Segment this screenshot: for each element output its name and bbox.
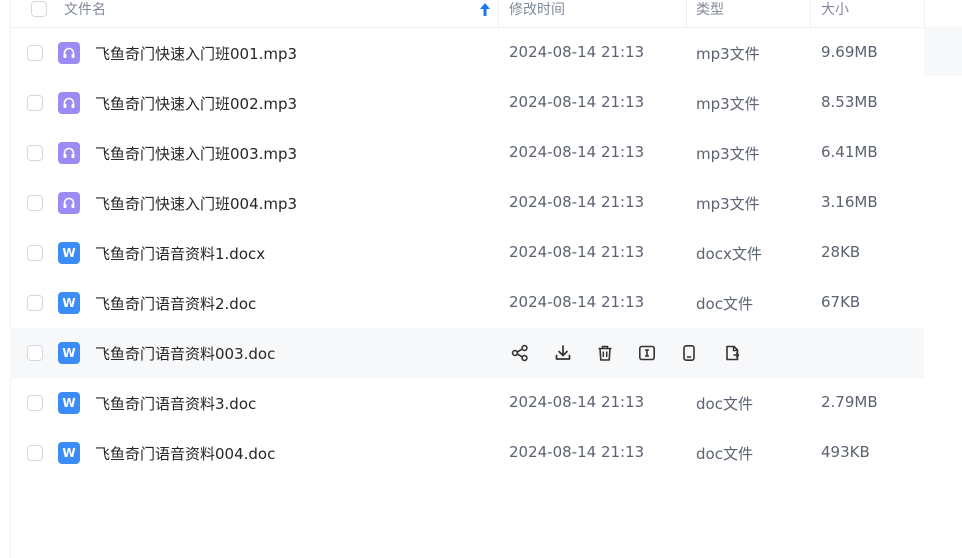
file-type: mp3文件 bbox=[696, 145, 760, 163]
file-row[interactable]: 飞鱼奇门快速入门班002.mp3 2024-08-14 21:13 mp3文件 8.5… bbox=[10, 78, 924, 128]
file-type: mp3文件 bbox=[696, 95, 760, 113]
file-size: 8.53MB bbox=[821, 93, 878, 111]
column-header-name-label: 文件名 bbox=[64, 2, 106, 18]
row-checkbox[interactable] bbox=[27, 395, 43, 411]
file-size: 3.16MB bbox=[821, 193, 878, 211]
right-panel-strip bbox=[924, 27, 962, 76]
file-name[interactable]: 飞鱼奇门语音资料003.doc bbox=[95, 343, 275, 364]
column-header-size[interactable]: 大小 bbox=[821, 0, 849, 27]
audio-file-icon bbox=[58, 192, 80, 214]
share-icon[interactable] bbox=[509, 342, 531, 364]
column-header-name[interactable]: 文件名 bbox=[64, 0, 106, 27]
file-size: 9.69MB bbox=[821, 43, 878, 61]
file-modified-time: 2024-08-14 21:13 bbox=[509, 243, 645, 261]
file-name[interactable]: 飞鱼奇门快速入门班002.mp3 bbox=[95, 93, 297, 114]
row-checkbox[interactable] bbox=[27, 345, 43, 361]
file-row[interactable]: W 飞鱼奇门语音资料1.docx 2024-08-14 21:13 docx文件 28K… bbox=[10, 228, 924, 278]
row-checkbox[interactable] bbox=[27, 45, 43, 61]
file-row[interactable]: W 飞鱼奇门语音资料004.doc 2024-08-14 21:13 doc文件 493… bbox=[10, 428, 924, 478]
file-modified-time: 2024-08-14 21:13 bbox=[509, 193, 645, 211]
file-modified-time: 2024-08-14 21:13 bbox=[509, 43, 645, 61]
delete-icon[interactable] bbox=[594, 342, 616, 364]
word-file-icon: W bbox=[58, 292, 80, 314]
file-row[interactable]: W 飞鱼奇门语音资料3.doc 2024-08-14 21:13 doc文件 2.79M… bbox=[10, 378, 924, 428]
word-file-icon: W bbox=[58, 242, 80, 264]
file-type: doc文件 bbox=[696, 395, 753, 413]
file-type: doc文件 bbox=[696, 295, 753, 313]
file-name[interactable]: 飞鱼奇门语音资料3.doc bbox=[95, 393, 256, 414]
file-name[interactable]: 飞鱼奇门快速入门班004.mp3 bbox=[95, 193, 297, 214]
send-to-phone-icon[interactable] bbox=[678, 342, 700, 364]
column-header-size-label: 大小 bbox=[821, 2, 849, 18]
column-divider[interactable] bbox=[810, 0, 811, 27]
copy-icon[interactable] bbox=[721, 342, 743, 364]
file-size: 6.41MB bbox=[821, 143, 878, 161]
column-header-time-label: 修改时间 bbox=[509, 2, 565, 18]
file-size: 493KB bbox=[821, 443, 870, 461]
word-file-icon: W bbox=[58, 392, 80, 414]
row-checkbox[interactable] bbox=[27, 245, 43, 261]
audio-file-icon bbox=[58, 142, 80, 164]
row-checkbox[interactable] bbox=[27, 95, 43, 111]
file-name[interactable]: 飞鱼奇门快速入门班003.mp3 bbox=[95, 143, 297, 164]
file-row[interactable]: 飞鱼奇门快速入门班004.mp3 2024-08-14 21:13 mp3文件 3.1… bbox=[10, 178, 924, 228]
column-header-time[interactable]: 修改时间 bbox=[509, 0, 565, 27]
file-row[interactable]: 飞鱼奇门快速入门班003.mp3 2024-08-14 21:13 mp3文件 6.4… bbox=[10, 128, 924, 178]
file-modified-time: 2024-08-14 21:13 bbox=[509, 443, 645, 461]
file-modified-time: 2024-08-14 21:13 bbox=[509, 393, 645, 411]
file-size: 2.79MB bbox=[821, 393, 878, 411]
word-file-icon: W bbox=[58, 342, 80, 364]
select-all-checkbox[interactable] bbox=[31, 1, 47, 17]
file-name[interactable]: 飞鱼奇门语音资料004.doc bbox=[95, 443, 275, 464]
file-type: docx文件 bbox=[696, 245, 762, 263]
column-header-type-label: 类型 bbox=[696, 2, 724, 18]
file-row[interactable]: W 飞鱼奇门语音资料003.doc bbox=[10, 328, 924, 378]
word-file-icon: W bbox=[58, 442, 80, 464]
file-row[interactable]: W 飞鱼奇门语音资料2.doc 2024-08-14 21:13 doc文件 67KB bbox=[10, 278, 924, 328]
file-list-header: 文件名 修改时间 类型 大小 bbox=[10, 0, 924, 28]
audio-file-icon bbox=[58, 42, 80, 64]
file-size: 28KB bbox=[821, 243, 861, 261]
download-icon[interactable] bbox=[552, 342, 574, 364]
sort-ascending-arrow-icon[interactable] bbox=[480, 2, 490, 29]
right-header-cell bbox=[924, 0, 962, 28]
file-type: mp3文件 bbox=[696, 195, 760, 213]
file-name[interactable]: 飞鱼奇门快速入门班001.mp3 bbox=[95, 43, 297, 64]
column-divider[interactable] bbox=[686, 0, 687, 27]
file-type: mp3文件 bbox=[696, 45, 760, 63]
file-modified-time: 2024-08-14 21:13 bbox=[509, 293, 645, 311]
file-modified-time: 2024-08-14 21:13 bbox=[509, 143, 645, 161]
row-checkbox[interactable] bbox=[27, 445, 43, 461]
file-type: doc文件 bbox=[696, 445, 753, 463]
column-header-type[interactable]: 类型 bbox=[696, 0, 724, 27]
row-checkbox[interactable] bbox=[27, 195, 43, 211]
file-name[interactable]: 飞鱼奇门语音资料2.doc bbox=[95, 293, 256, 314]
file-modified-time: 2024-08-14 21:13 bbox=[509, 93, 645, 111]
audio-file-icon bbox=[58, 92, 80, 114]
rename-icon[interactable] bbox=[636, 342, 658, 364]
file-name[interactable]: 飞鱼奇门语音资料1.docx bbox=[95, 243, 265, 264]
column-divider[interactable] bbox=[498, 0, 499, 27]
file-row[interactable]: 飞鱼奇门快速入门班001.mp3 2024-08-14 21:13 mp3文件 9.6… bbox=[10, 28, 924, 78]
row-checkbox[interactable] bbox=[27, 145, 43, 161]
row-checkbox[interactable] bbox=[27, 295, 43, 311]
file-size: 67KB bbox=[821, 293, 861, 311]
